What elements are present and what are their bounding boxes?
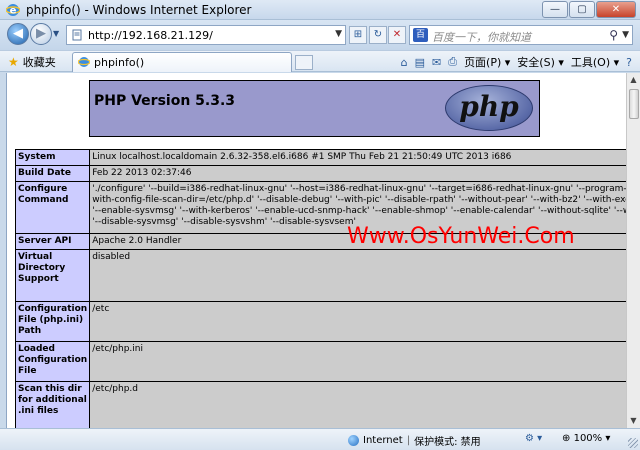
search-input[interactable]: 百度一下，你就知道	[432, 29, 531, 45]
ie-logo-icon: e	[6, 4, 20, 17]
search-box[interactable]: 百 百度一下，你就知道 ⚲ ▼	[409, 25, 633, 45]
back-button[interactable]: ◀	[7, 23, 29, 45]
address-bar[interactable]: http://192.168.21.129/ ▼	[66, 25, 346, 45]
info-key: Configure Command	[14, 181, 91, 234]
page-menu[interactable]: 页面(P) ▾	[464, 54, 510, 70]
history-dropdown[interactable]: ▼	[53, 29, 59, 38]
page-content: PHP Version 5.3.3 php System Linux local…	[6, 73, 626, 428]
info-key: Scan this dir for additional .ini files	[14, 381, 91, 428]
forward-button[interactable]: ▶	[30, 23, 52, 45]
table-row: Virtual Directory Support disabled	[14, 249, 626, 302]
print-icon[interactable]: ⎙	[448, 55, 457, 69]
baidu-icon: 百	[413, 28, 428, 42]
php-version-header: PHP Version 5.3.3 php	[89, 80, 540, 137]
title-bar: e phpinfo() - Windows Internet Explorer …	[0, 0, 640, 20]
stop-button[interactable]: ✕	[388, 26, 406, 44]
favorites-button[interactable]: ★ 收藏夹	[8, 54, 56, 70]
ie-page-icon	[78, 57, 90, 67]
scroll-down-icon[interactable]: ▼	[627, 414, 640, 428]
maximize-button[interactable]: ▢	[569, 1, 595, 18]
compatibility-view-button[interactable]: ⊞	[349, 26, 367, 44]
refresh-button[interactable]: ↻	[369, 26, 387, 44]
configure-line-2: with-config-file-scan-dir=/etc/php.d' '-…	[92, 195, 626, 205]
zoom-dropdown-icon: ▾	[605, 433, 611, 444]
vertical-scrollbar[interactable]: ▲ ▼	[626, 73, 640, 428]
php-logo[interactable]: php	[445, 85, 533, 131]
zone-label: Internet	[363, 435, 403, 446]
tab-phpinfo[interactable]: phpinfo()	[72, 52, 292, 72]
safety-menu[interactable]: 安全(S) ▾	[517, 54, 564, 70]
star-icon: ★	[8, 55, 19, 69]
configure-line-1: './configure' '--build=i386-redhat-linux…	[92, 184, 626, 194]
info-key: Build Date	[14, 165, 91, 182]
info-value: /etc	[89, 301, 626, 342]
resize-grip-icon[interactable]	[628, 438, 638, 448]
zoom-level: 100%	[573, 433, 603, 444]
window-title: phpinfo() - Windows Internet Explorer	[26, 3, 252, 17]
zone-settings-icon[interactable]: ⚙ ▾	[525, 433, 542, 444]
info-value: disabled	[89, 249, 626, 302]
search-dropdown-icon[interactable]: ▼	[622, 30, 629, 40]
info-value: Linux localhost.localdomain 2.6.32-358.e…	[89, 149, 626, 166]
info-key: Configuration File (php.ini) Path	[14, 301, 91, 342]
tools-menu[interactable]: 工具(O) ▾	[571, 54, 619, 70]
home-icon[interactable]: ⌂	[401, 56, 408, 69]
table-row: Scan this dir for additional .ini files …	[14, 381, 626, 428]
info-key: Virtual Directory Support	[14, 249, 91, 302]
table-row: System Linux localhost.localdomain 2.6.3…	[14, 149, 626, 166]
command-bar: ★ 收藏夹 phpinfo() ⌂ ▤ ✉ ⎙ 页面(P) ▾ 安全(S) ▾ …	[0, 50, 640, 72]
security-zone[interactable]: Internet | 保护模式: 禁用	[348, 433, 481, 448]
info-value: Feb 22 2013 02:37:46	[89, 165, 626, 182]
info-value: /etc/php.ini	[89, 341, 626, 382]
svg-text:e: e	[10, 6, 17, 17]
globe-icon	[348, 435, 359, 446]
php-info-table: System Linux localhost.localdomain 2.6.3…	[14, 149, 626, 428]
feeds-icon[interactable]: ▤	[415, 56, 425, 69]
tab-label: phpinfo()	[94, 56, 145, 69]
page-icon	[72, 29, 82, 41]
close-button[interactable]: ✕	[596, 1, 636, 18]
status-bar: Internet | 保护模式: 禁用 ⚙ ▾ ⊕ 100% ▾	[0, 428, 640, 450]
table-row: Build Date Feb 22 2013 02:37:46	[14, 165, 626, 182]
search-icon[interactable]: ⚲	[609, 28, 618, 42]
info-value: /etc/php.d	[89, 381, 626, 428]
status-separator: |	[406, 435, 411, 446]
url-text[interactable]: http://192.168.21.129/	[88, 29, 213, 42]
protected-mode-label: 保护模式: 禁用	[414, 437, 481, 448]
new-tab-button[interactable]	[295, 55, 313, 70]
zoom-icon: ⊕	[562, 433, 571, 444]
configure-line-3: '--enable-sysvmsg' '--with-kerberos' '--…	[92, 206, 626, 216]
info-key: System	[14, 149, 91, 166]
php-version-title: PHP Version 5.3.3	[94, 93, 236, 109]
navigation-bar: ◀ ▶ ▼ http://192.168.21.129/ ▼ ⊞ ↻ ✕ 百 百…	[0, 20, 640, 50]
scroll-thumb[interactable]	[629, 89, 639, 119]
info-key: Loaded Configuration File	[14, 341, 91, 382]
help-icon[interactable]: ?	[626, 56, 632, 69]
info-key: Server API	[14, 233, 91, 250]
watermark-text: Www.OsYunWei.Com	[347, 224, 575, 249]
table-row: Loaded Configuration File /etc/php.ini	[14, 341, 626, 382]
command-buttons: ⌂ ▤ ✉ ⎙ 页面(P) ▾ 安全(S) ▾ 工具(O) ▾ ?	[394, 54, 632, 70]
minimize-button[interactable]: —	[542, 1, 568, 18]
address-dropdown-icon[interactable]: ▼	[335, 29, 342, 39]
mail-icon[interactable]: ✉	[432, 56, 441, 69]
favorites-label: 收藏夹	[22, 56, 56, 69]
scroll-up-icon[interactable]: ▲	[627, 73, 640, 87]
table-row: Configuration File (php.ini) Path /etc	[14, 301, 626, 342]
zoom-control[interactable]: ⊕ 100% ▾	[562, 433, 610, 444]
window-controls: — ▢ ✕	[541, 1, 636, 18]
